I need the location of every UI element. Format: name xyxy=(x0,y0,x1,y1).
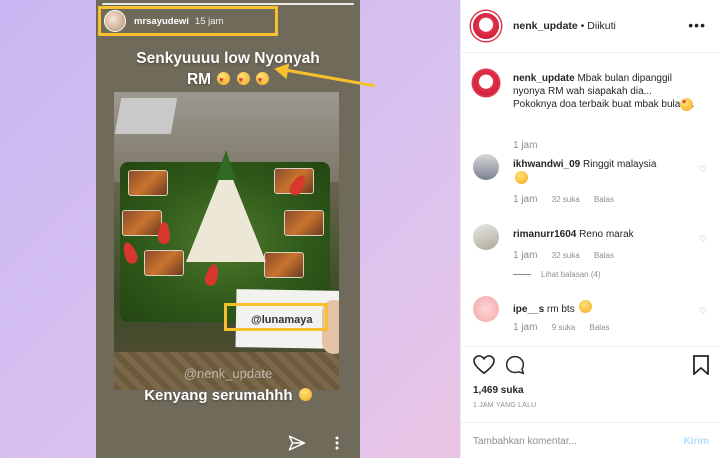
highlight-box-header xyxy=(98,6,278,36)
sad-emoji-icon xyxy=(579,300,593,313)
comment-username[interactable]: rimanurr1604 xyxy=(513,229,576,240)
story-progress-bar xyxy=(102,3,354,5)
caption-meta: 1 jam xyxy=(513,140,549,151)
story-caption-line1: Senkyuuuu low Nyonyah xyxy=(136,50,320,67)
highlight-box-tag xyxy=(224,303,328,331)
reply-button[interactable]: Balas xyxy=(594,251,614,260)
comment-text: Reno marak xyxy=(579,229,634,240)
food-tray xyxy=(128,170,168,196)
heart-eyes-emoji-icon xyxy=(236,70,250,91)
send-icon[interactable] xyxy=(288,434,306,452)
comment-time: 1 jam xyxy=(513,322,538,333)
like-comment-icon[interactable]: ♡ xyxy=(699,234,707,245)
heart-icon[interactable] xyxy=(473,355,495,375)
follow-status[interactable]: Diikuti xyxy=(587,20,616,32)
comment-likes[interactable]: 32 suka xyxy=(552,195,580,204)
avatar[interactable] xyxy=(473,296,499,322)
comments-list: nenk_update Mbak bulan dipanggil nyonya … xyxy=(461,66,720,341)
reply-button[interactable]: Balas xyxy=(594,195,614,204)
comment-meta: 1 jam 32 suka Balas xyxy=(513,194,626,205)
comment-time: 1 jam xyxy=(513,194,538,205)
story-watermark: @nenk_update xyxy=(183,366,273,381)
caption-time: 1 jam xyxy=(513,140,538,151)
comment-username[interactable]: ipe__s xyxy=(513,304,544,315)
view-replies[interactable]: Lihat balasan (4) xyxy=(513,270,601,279)
comment-meta: 1 jam 32 suka Balas xyxy=(513,250,626,261)
add-comment-bar: Tambahkan komentar... Kirim xyxy=(461,422,720,458)
avatar[interactable] xyxy=(473,70,499,96)
kiss-emoji-icon xyxy=(256,70,270,91)
more-vertical-icon[interactable] xyxy=(334,435,340,451)
view-replies-label[interactable]: Lihat balasan (4) xyxy=(541,270,601,279)
comment-text: rm bts xyxy=(546,304,575,315)
like-comment-icon[interactable]: ♡ xyxy=(699,306,707,317)
comment-body: rimanurr1604 Reno marak xyxy=(513,228,697,241)
post-username[interactable]: nenk_update xyxy=(513,20,578,32)
like-comment-icon[interactable]: ♡ xyxy=(699,164,707,175)
reply-button[interactable]: Balas xyxy=(590,323,610,332)
annotation-arrow-head xyxy=(272,60,290,80)
grinning-emoji-icon xyxy=(515,171,528,184)
comment-body: ipe__s rm bts xyxy=(513,300,697,316)
post-panel: nenk_update • Diikuti ••• nenk_update Mb… xyxy=(460,0,720,458)
replies-divider xyxy=(513,274,531,276)
food-tray xyxy=(284,210,324,236)
story-caption-line2: RM xyxy=(186,71,212,88)
food-tray xyxy=(264,252,304,278)
post-time: 1 JAM YANG LALU xyxy=(473,402,537,409)
bookmark-icon[interactable] xyxy=(693,355,709,375)
story-footer: Kenyang serumahhh xyxy=(96,387,360,404)
comment-username[interactable]: ikhwandwi_09 xyxy=(513,159,580,170)
post-actions: 1,469 suka 1 JAM YANG LALU xyxy=(461,346,720,416)
comment-likes[interactable]: 9 suka xyxy=(552,323,576,332)
story-viewer: mrsayudewi 15 jam Senkyuuuu low Nyonyah … xyxy=(96,0,360,458)
comment-text: Ringgit malaysia xyxy=(583,159,657,170)
comment-body: ikhwandwi_09 Ringgit malaysia xyxy=(513,158,697,187)
rice-cone-tip xyxy=(216,150,236,180)
food-tray xyxy=(122,210,162,236)
post-header: nenk_update • Diikuti ••• xyxy=(461,0,720,53)
food-tray xyxy=(144,250,184,276)
more-options-icon[interactable]: ••• xyxy=(688,18,706,32)
likes-count[interactable]: 1,469 suka xyxy=(473,385,524,396)
laptop-image xyxy=(114,98,178,134)
comment-likes[interactable]: 32 suka xyxy=(552,251,580,260)
story-footer-text: Kenyang serumahhh xyxy=(144,387,293,404)
post-comment-button[interactable]: Kirim xyxy=(683,436,709,447)
avatar[interactable] xyxy=(473,154,499,180)
avatar[interactable] xyxy=(473,224,499,250)
kiss-emoji-icon xyxy=(217,70,231,91)
story-photo xyxy=(114,92,339,390)
caption-body: nenk_update Mbak bulan dipanggil nyonya … xyxy=(513,72,697,111)
laughing-emoji-icon xyxy=(298,388,312,401)
comment-meta: 1 jam 9 suka Balas xyxy=(513,322,622,333)
avatar[interactable] xyxy=(471,11,501,41)
caption-username[interactable]: nenk_update xyxy=(513,73,575,84)
story-caption: Senkyuuuu low Nyonyah RM xyxy=(96,48,360,91)
comment-time: 1 jam xyxy=(513,250,538,261)
comment-input[interactable]: Tambahkan komentar... xyxy=(473,436,577,447)
comment-icon[interactable] xyxy=(505,355,525,375)
heart-eyes-emoji-icon xyxy=(680,96,693,111)
separator-dot: • xyxy=(580,20,585,32)
